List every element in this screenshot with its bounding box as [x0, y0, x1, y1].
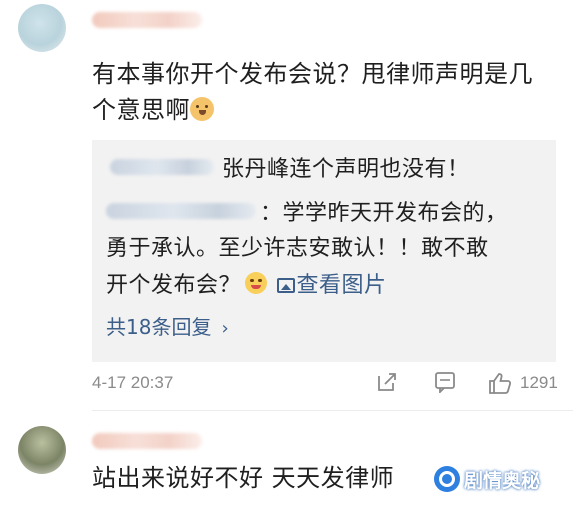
- watermark: 剧情奥秘: [434, 464, 540, 494]
- view-picture-link[interactable]: 查看图片: [276, 273, 387, 298]
- reply-text-line-with-link: 开个发布会？ 查看图片: [106, 270, 387, 302]
- reply-username-blurred[interactable]: [106, 203, 256, 219]
- reply-text-line: ：学学昨天开发布会的，: [260, 201, 508, 226]
- watermark-logo-icon: [434, 466, 460, 492]
- comment-body: 有本事你开个发布会说？甩律师声明是几个意思啊: [92, 56, 552, 128]
- chevron-right-icon: ›: [221, 318, 229, 339]
- smile-emoji-icon: [245, 272, 268, 294]
- like-count: 1291: [520, 373, 558, 392]
- share-icon[interactable]: [376, 371, 398, 393]
- username-blurred[interactable]: [92, 433, 202, 449]
- view-picture-label: 查看图片: [296, 273, 387, 298]
- doge-emoji-icon: [190, 97, 214, 121]
- divider: [92, 410, 573, 411]
- picture-icon: [276, 278, 295, 293]
- reply-text: 张丹峰连个声明也没有！: [222, 157, 470, 182]
- more-replies-link[interactable]: 共18条回复 ›: [106, 312, 229, 344]
- like-icon[interactable]: [488, 371, 512, 395]
- username-blurred[interactable]: [92, 12, 202, 28]
- reply-text: 开个发布会？: [106, 273, 242, 298]
- comment-timestamp: 4-17 20:37: [92, 373, 174, 392]
- comment-text: 有本事你开个发布会说？甩律师声明是几个意思啊: [92, 60, 533, 124]
- avatar[interactable]: [18, 4, 66, 52]
- more-replies-label: 共18条回复: [106, 315, 212, 339]
- watermark-text: 剧情奥秘: [464, 469, 541, 492]
- reply-username-blurred[interactable]: [110, 159, 214, 175]
- reply-text-line: 勇于承认。至少许志安敢认！！敢不敢: [106, 236, 489, 261]
- avatar[interactable]: [18, 426, 66, 474]
- comment-icon[interactable]: [434, 371, 456, 393]
